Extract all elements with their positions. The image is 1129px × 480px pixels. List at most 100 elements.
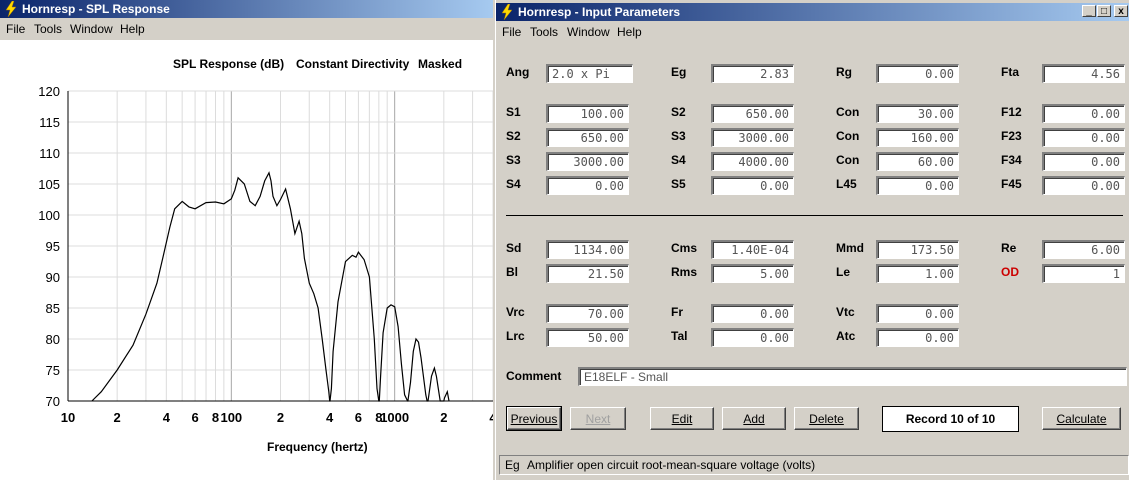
spl-menu-window[interactable]: Window: [70, 22, 113, 36]
input-menu-window[interactable]: Window: [567, 25, 610, 39]
param-field-f23[interactable]: 0.00: [1042, 128, 1125, 147]
x-tick-label: 4: [163, 410, 171, 425]
x-tick-label: 8: [212, 410, 219, 425]
param-label-mmd: Mmd: [836, 241, 864, 255]
param-label-f34: F34: [1001, 153, 1022, 167]
param-label-s3: S3: [506, 153, 521, 167]
param-field-vtc[interactable]: 0.00: [876, 304, 959, 323]
chart-xlabel: Frequency (hertz): [267, 440, 368, 454]
spl-window-titlebar[interactable]: Hornresp - SPL Response: [0, 0, 493, 18]
param-field-ang[interactable]: 2.0 x Pi: [546, 64, 633, 83]
param-field-s2[interactable]: 650.00: [546, 128, 629, 147]
param-field-rg[interactable]: 0.00: [876, 64, 959, 83]
param-field-s3[interactable]: 3000.00: [546, 152, 629, 171]
y-tick-label: 75: [46, 363, 60, 378]
param-field-bl[interactable]: 21.50: [546, 264, 629, 283]
input-menubar: File Tools Window Help: [496, 22, 1129, 42]
param-field-s3[interactable]: 3000.00: [711, 128, 794, 147]
y-tick-label: 110: [39, 146, 60, 161]
spl-menubar: File Tools Window Help: [0, 19, 493, 39]
add-button[interactable]: Add: [722, 407, 786, 430]
edit-button[interactable]: Edit: [650, 407, 714, 430]
param-label-s5: S5: [671, 177, 686, 191]
comment-field[interactable]: E18ELF - Small: [578, 367, 1127, 386]
param-label-vrc: Vrc: [506, 305, 525, 319]
param-field-mmd[interactable]: 173.50: [876, 240, 959, 259]
param-label-atc: Atc: [836, 329, 856, 343]
param-field-s5[interactable]: 0.00: [711, 176, 794, 195]
param-field-tal[interactable]: 0.00: [711, 328, 794, 347]
param-label-ang: Ang: [506, 65, 530, 79]
x-tick-label: 2: [440, 410, 447, 425]
param-label-con: Con: [836, 153, 860, 167]
close-button[interactable]: x: [1114, 5, 1128, 17]
param-field-con[interactable]: 160.00: [876, 128, 959, 147]
param-field-f45[interactable]: 0.00: [1042, 176, 1125, 195]
x-tick-label: 6: [355, 410, 362, 425]
param-field-re[interactable]: 6.00: [1042, 240, 1125, 259]
param-field-vrc[interactable]: 70.00: [546, 304, 629, 323]
x-tick-label: 2: [114, 410, 121, 425]
x-tick-label: 2: [277, 410, 284, 425]
input-window-titlebar[interactable]: Hornresp - Input Parameters _ □ x: [496, 3, 1129, 21]
spl-menu-file[interactable]: File: [6, 22, 25, 36]
x-tick-label: 6: [191, 410, 198, 425]
previous-button[interactable]: Previous: [506, 406, 562, 431]
x-tick-label: 4: [489, 410, 493, 425]
section-divider: [506, 215, 1123, 216]
param-field-lrc[interactable]: 50.00: [546, 328, 629, 347]
param-field-le[interactable]: 1.00: [876, 264, 959, 283]
param-label-eg: Eg: [671, 65, 687, 79]
calculate-button[interactable]: Calculate: [1042, 407, 1121, 430]
x-tick-label: 4: [326, 410, 334, 425]
delete-button[interactable]: Delete: [794, 407, 859, 430]
param-field-s2[interactable]: 650.00: [711, 104, 794, 123]
param-field-s1[interactable]: 100.00: [546, 104, 629, 123]
y-tick-label: 105: [38, 177, 60, 192]
input-menu-tools[interactable]: Tools: [530, 25, 558, 39]
param-field-f12[interactable]: 0.00: [1042, 104, 1125, 123]
minimize-button[interactable]: _: [1082, 5, 1096, 17]
param-field-od[interactable]: 1: [1042, 264, 1125, 283]
param-field-l45[interactable]: 0.00: [876, 176, 959, 195]
param-field-con[interactable]: 60.00: [876, 152, 959, 171]
param-field-fr[interactable]: 0.00: [711, 304, 794, 323]
param-field-con[interactable]: 30.00: [876, 104, 959, 123]
spl-menu-tools[interactable]: Tools: [34, 22, 62, 36]
y-tick-label: 90: [46, 270, 60, 285]
param-label-s3: S3: [671, 129, 686, 143]
param-field-fta[interactable]: 4.56: [1042, 64, 1125, 83]
param-label-re: Re: [1001, 241, 1017, 255]
param-label-s2: S2: [506, 129, 521, 143]
param-label-rg: Rg: [836, 65, 852, 79]
input-menu-file[interactable]: File: [502, 25, 521, 39]
input-menu-help[interactable]: Help: [617, 25, 642, 39]
x-tick-label: 10: [61, 410, 75, 425]
param-label-sd: Sd: [506, 241, 522, 255]
param-field-cms[interactable]: 1.40E-04: [711, 240, 794, 259]
param-field-s4[interactable]: 0.00: [546, 176, 629, 195]
y-tick-label: 70: [46, 394, 60, 409]
param-label-le: Le: [836, 265, 851, 279]
spl-response-chart: 12011511010510095908580757010 2 4 6 8 100 2 4 6 8…: [38, 84, 493, 425]
param-label-fta: Fta: [1001, 65, 1019, 79]
status-text: Amplifier open circuit root-mean-square …: [527, 458, 816, 472]
param-label-con: Con: [836, 105, 860, 119]
x-tick-label: 1000: [380, 410, 409, 425]
y-tick-label: 115: [39, 115, 60, 130]
param-field-f34[interactable]: 0.00: [1042, 152, 1125, 171]
maximize-button[interactable]: □: [1097, 5, 1111, 17]
param-label-f12: F12: [1001, 105, 1022, 119]
param-field-rms[interactable]: 5.00: [711, 264, 794, 283]
param-field-sd[interactable]: 1134.00: [546, 240, 629, 259]
next-button[interactable]: Next: [570, 407, 626, 430]
param-label-rms: Rms: [671, 265, 698, 279]
spl-menu-help[interactable]: Help: [120, 22, 145, 36]
spl-response-window: Hornresp - SPL Response File Tools Windo…: [0, 0, 493, 480]
param-field-atc[interactable]: 0.00: [876, 328, 959, 347]
param-field-eg[interactable]: 2.83: [711, 64, 794, 83]
x-tick-label: 100: [220, 410, 242, 425]
param-label-bl: Bl: [506, 265, 518, 279]
param-field-s4[interactable]: 4000.00: [711, 152, 794, 171]
status-code: Eg: [505, 458, 520, 472]
